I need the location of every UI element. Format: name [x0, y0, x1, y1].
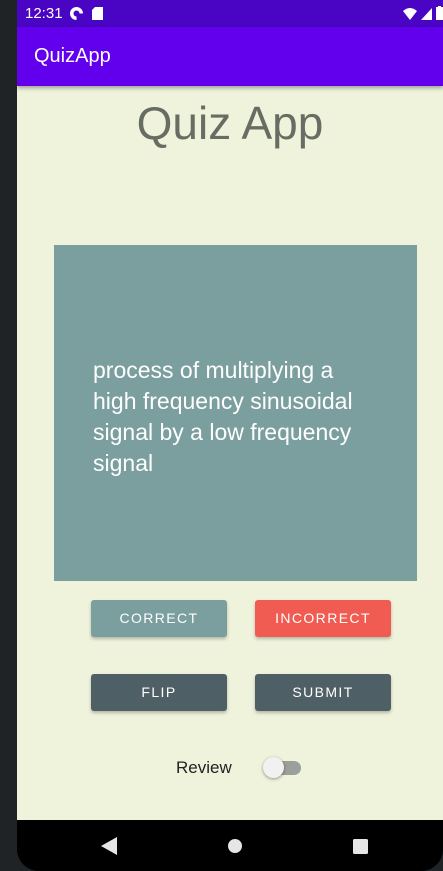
status-bar: 12:31	[17, 0, 443, 27]
review-label: Review	[176, 758, 232, 777]
flash-card[interactable]: process of multiplying a high frequency …	[54, 245, 417, 581]
back-icon[interactable]	[97, 834, 121, 858]
wifi-icon	[403, 7, 417, 24]
sd-card-icon	[92, 7, 105, 20]
flip-button[interactable]: FLIP	[91, 674, 227, 711]
pocket-casts-icon	[70, 7, 83, 20]
submit-button[interactable]: SUBMIT	[255, 674, 391, 711]
navigation-bar	[17, 820, 443, 871]
home-icon[interactable]	[223, 834, 247, 858]
signal-icon	[421, 7, 432, 24]
recents-icon[interactable]	[348, 834, 372, 858]
app-title: QuizApp	[34, 45, 111, 67]
toggle-thumb	[263, 757, 284, 778]
correct-button[interactable]: CORRECT	[91, 600, 227, 637]
battery-icon	[436, 6, 443, 24]
phone-screen: 12:31 QuizApp Quiz App process of multip…	[17, 0, 443, 871]
main-content: Quiz App process of multiplying a high f…	[17, 86, 443, 820]
review-toggle[interactable]	[263, 756, 303, 780]
card-text: process of multiplying a high frequency …	[93, 357, 353, 476]
status-time: 12:31	[25, 5, 63, 22]
page-title: Quiz App	[136, 97, 324, 149]
app-bar: QuizApp	[17, 27, 443, 86]
incorrect-button[interactable]: INCORRECT	[255, 600, 391, 637]
status-icons	[403, 6, 443, 24]
